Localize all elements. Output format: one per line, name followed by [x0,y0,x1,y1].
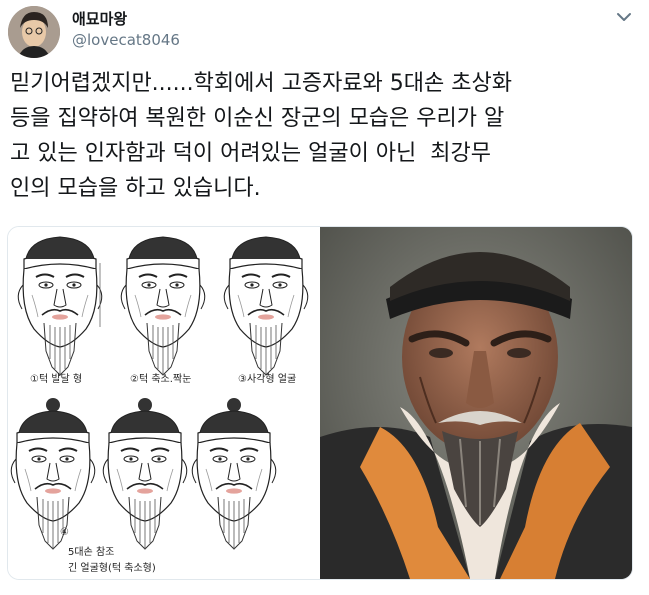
caption-1: ①턱 발달 형 [30,374,83,385]
figure-photo [320,227,632,579]
tweet-text: 믿기어렵겠지만......학회에서 고증자료와 5대손 초상화 등을 집약하여 … [10,71,512,201]
caption-5: 5대손 참조 [68,547,115,558]
figure-photo-image[interactable] [320,227,632,579]
caption-6: 긴 얼굴형(턱 축소형) [68,563,156,574]
face-sketch-image[interactable]: ①턱 발달 형 ②턱 축소.짝눈 ③사각형 얼굴 ④ 5대손 참조 긴 얼굴형(… [8,227,319,579]
chevron-down-icon[interactable] [613,6,635,28]
caption-3: ③사각형 얼굴 [238,374,297,385]
avatar-image [8,6,60,58]
avatar[interactable] [8,6,60,58]
user-handle[interactable]: @lovecat8046 [72,31,180,49]
face-sketches [10,236,309,550]
display-name[interactable]: 애묘마왕 [72,8,127,29]
tweet-media[interactable]: ①턱 발달 형 ②턱 축소.짝눈 ③사각형 얼굴 ④ 5대손 참조 긴 얼굴형(… [7,226,633,580]
caption-4: ④ [60,527,69,538]
caption-2: ②턱 축소.짝눈 [130,374,192,385]
